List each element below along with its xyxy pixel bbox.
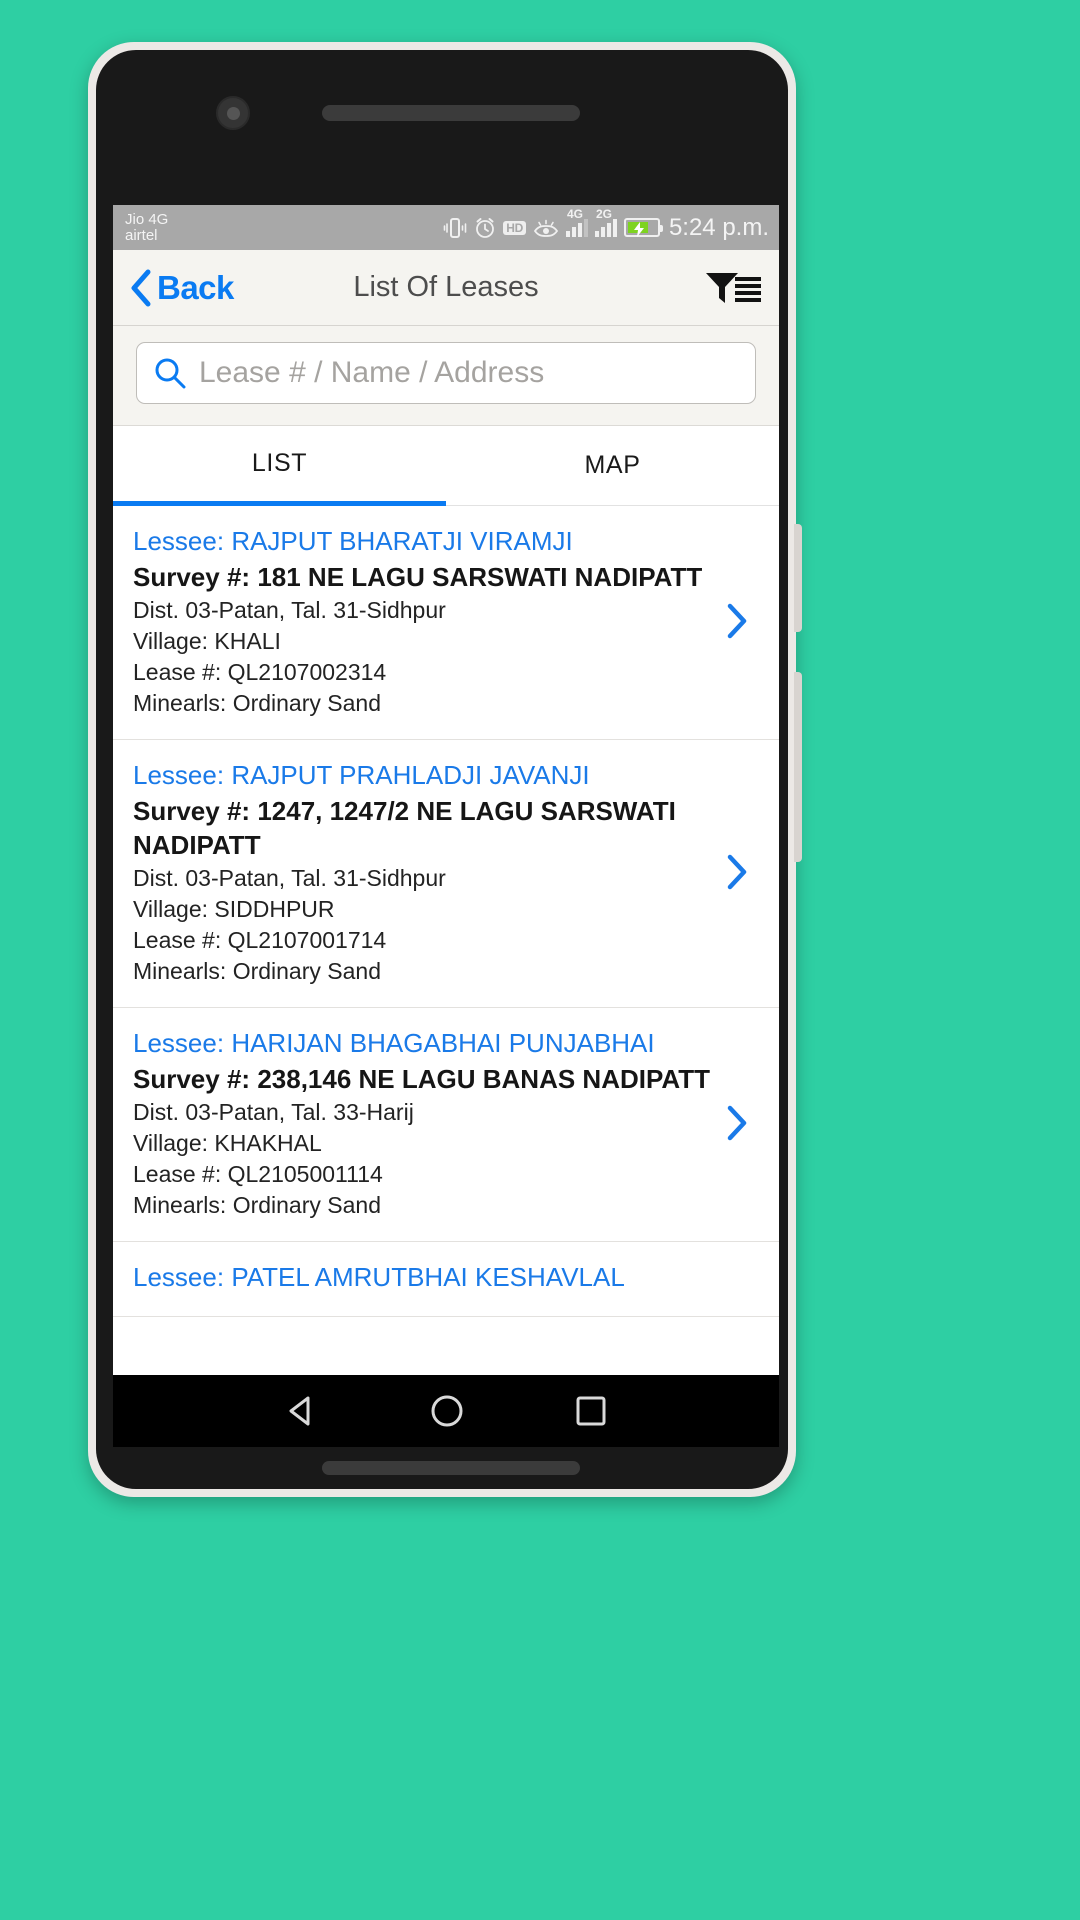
- lessee-name: RAJPUT BHARATJI VIRAMJI: [231, 526, 573, 556]
- row-chevron[interactable]: [711, 603, 763, 639]
- battery-charging-icon: [623, 218, 663, 237]
- survey-label: Survey #:: [133, 562, 251, 593]
- lessee-line: Lessee: HARIJAN BHAGABHAI PUNJABHAI: [133, 1026, 711, 1060]
- android-navigation-bar: [113, 1375, 779, 1447]
- search-icon: [155, 358, 186, 389]
- signal-2g-icon: 2G: [594, 208, 617, 237]
- survey-line: Survey #: 1247, 1247/2 NE LAGU SARSWATI …: [133, 794, 711, 863]
- lease-row-body: Lessee: HARIJAN BHAGABHAI PUNJABHAI Surv…: [133, 1026, 711, 1221]
- front-camera: [216, 96, 250, 130]
- survey-line: Survey #: 181 NE LAGU SARSWATI NADIPATT: [133, 560, 711, 594]
- signal-2g-label: 2G: [595, 206, 612, 221]
- hd-icon: HD: [503, 220, 526, 235]
- lease-number-line: Lease #: QL2107002314: [133, 658, 387, 685]
- minerals-line: Minearls: Ordinary Sand: [133, 1191, 381, 1218]
- tab-map[interactable]: MAP: [446, 426, 779, 506]
- minerals-line: Minearls: Ordinary Sand: [133, 957, 381, 984]
- status-icons: HD 4G 2G 5:24 p.m.: [443, 208, 769, 242]
- lessee-name: HARIJAN BHAGABHAI PUNJABHAI: [231, 1027, 655, 1058]
- signal-4g-icon: 4G: [565, 208, 588, 237]
- chevron-right-icon: [727, 1106, 747, 1141]
- power-button[interactable]: [794, 672, 802, 862]
- table-row[interactable]: Lessee: HARIJAN BHAGABHAI PUNJABHAI Surv…: [113, 1007, 779, 1242]
- triangle-back-icon[interactable]: [285, 1394, 319, 1428]
- lease-number-line: Lease #: QL2107001714: [133, 926, 387, 953]
- chevron-left-icon: [131, 269, 151, 306]
- row-chevron[interactable]: [711, 854, 763, 890]
- survey-value: 181 NE LAGU SARSWATI NADIPATT: [257, 562, 703, 593]
- vibrate-icon: [443, 217, 467, 238]
- search-input[interactable]: Lease # / Name / Address: [136, 342, 756, 404]
- district-line: Dist. 03-Patan, Tal. 31-Sidhpur: [133, 596, 446, 623]
- battery-fill: [627, 222, 649, 237]
- phone-screen: Jio 4G airtel HD 4G 2G 5:24 p.m. Back Li…: [113, 205, 779, 1375]
- tab-bar: LIST MAP: [113, 426, 779, 506]
- search-area: Lease # / Name / Address: [113, 326, 779, 426]
- search-placeholder: Lease # / Name / Address: [199, 356, 545, 389]
- list-lines-icon: [735, 276, 761, 302]
- lease-row-body: Lessee: PATEL AMRUTBHAI KESHAVLAL: [133, 1260, 711, 1296]
- table-row[interactable]: Lessee: RAJPUT PRAHLADJI JAVANJI Survey …: [113, 739, 779, 1008]
- chevron-right-icon: [727, 855, 747, 890]
- lessee-line: Lessee: RAJPUT PRAHLADJI JAVANJI: [133, 758, 711, 792]
- signal-2g-bars: [594, 218, 617, 237]
- filter-icon: [706, 272, 738, 303]
- lease-row-body: Lessee: RAJPUT BHARATJI VIRAMJI Survey #…: [133, 524, 711, 719]
- signal-4g-bars: [565, 218, 588, 237]
- survey-line: Survey #: 238,146 NE LAGU BANAS NADIPATT: [133, 1062, 711, 1096]
- filter-button[interactable]: [705, 269, 761, 307]
- earpiece-speaker: [322, 105, 580, 121]
- row-chevron[interactable]: [711, 1105, 763, 1141]
- back-button[interactable]: Back: [129, 268, 234, 308]
- village-line: Village: SIDDHPUR: [133, 895, 335, 922]
- alarm-icon: [476, 217, 495, 238]
- circle-home-icon[interactable]: [429, 1393, 465, 1429]
- lessee-name: PATEL AMRUTBHAI KESHAVLAL: [231, 1261, 625, 1292]
- lessee-line: Lessee: PATEL AMRUTBHAI KESHAVLAL: [133, 1260, 711, 1294]
- tab-list[interactable]: LIST: [113, 426, 446, 506]
- status-clock: 5:24 p.m.: [668, 213, 769, 241]
- chevron-right-icon: [727, 604, 747, 639]
- table-row[interactable]: Lessee: RAJPUT BHARATJI VIRAMJI Survey #…: [113, 506, 779, 740]
- bottom-speaker: [322, 1461, 580, 1475]
- back-label: Back: [157, 268, 234, 306]
- village-line: Village: KHALI: [133, 627, 281, 654]
- survey-label: Survey #:: [133, 1064, 251, 1095]
- survey-value: 238,146 NE LAGU BANAS NADIPATT: [257, 1064, 710, 1095]
- carrier-labels: Jio 4G airtel: [125, 210, 169, 244]
- lease-row-body: Lessee: RAJPUT PRAHLADJI JAVANJI Survey …: [133, 758, 711, 987]
- survey-label: Survey #:: [133, 796, 251, 827]
- lessee-label: Lessee:: [133, 759, 225, 790]
- lease-list: Lessee: RAJPUT BHARATJI VIRAMJI Survey #…: [113, 506, 779, 1318]
- lessee-line: Lessee: RAJPUT BHARATJI VIRAMJI: [133, 524, 711, 558]
- lessee-name: RAJPUT PRAHLADJI JAVANJI: [231, 759, 590, 790]
- lessee-label: Lessee:: [133, 526, 225, 556]
- eye-icon: [533, 219, 559, 237]
- signal-4g-label: 4G: [566, 206, 583, 221]
- table-row[interactable]: Lessee: PATEL AMRUTBHAI KESHAVLAL: [113, 1241, 779, 1318]
- minerals-line: Minearls: Ordinary Sand: [133, 689, 381, 716]
- app-header: Back List Of Leases: [113, 250, 779, 326]
- square-recents-icon[interactable]: [575, 1395, 607, 1427]
- village-line: Village: KHAKHAL: [133, 1129, 322, 1156]
- volume-button[interactable]: [794, 524, 802, 632]
- lessee-label: Lessee:: [133, 1027, 225, 1058]
- status-bar: Jio 4G airtel HD 4G 2G 5:24 p.m.: [113, 205, 779, 250]
- lessee-label: Lessee:: [133, 1261, 225, 1292]
- district-line: Dist. 03-Patan, Tal. 31-Sidhpur: [133, 864, 446, 891]
- carrier-primary: Jio 4G: [125, 210, 169, 228]
- lease-number-line: Lease #: QL2105001114: [133, 1160, 383, 1187]
- district-line: Dist. 03-Patan, Tal. 33-Harij: [133, 1098, 414, 1125]
- carrier-secondary: airtel: [125, 226, 158, 244]
- charging-bolt-icon: [633, 222, 644, 237]
